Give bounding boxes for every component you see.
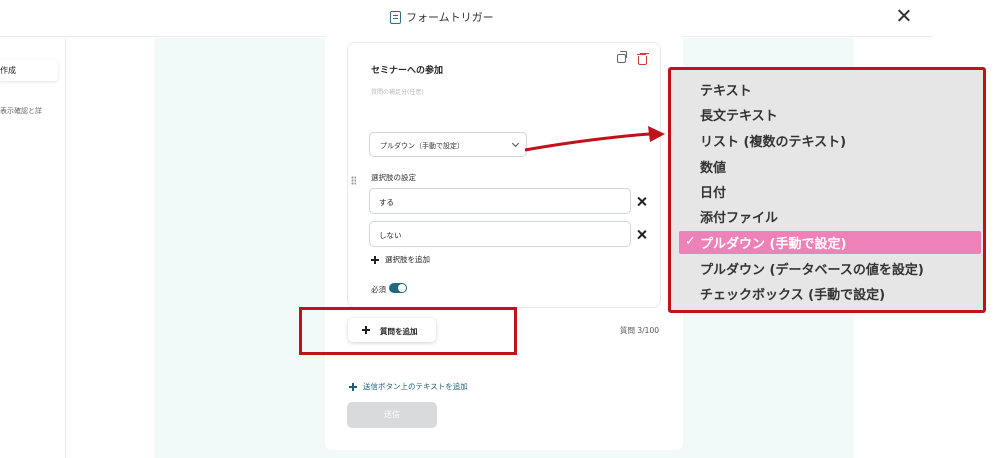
submit-button: 送信 (347, 402, 437, 428)
dropdown-option[interactable]: リスト (複数のテキスト) (700, 131, 846, 150)
left-nav-item[interactable]: 表示確認と詳 (0, 106, 42, 116)
dropdown-option[interactable]: テキスト (700, 80, 752, 99)
option-value: しない (379, 231, 402, 240)
options-section-title: 選択肢の設定 (371, 173, 416, 182)
dropdown-option[interactable]: 長文テキスト (700, 105, 778, 124)
dropdown-option[interactable]: 添付ファイル (700, 207, 778, 226)
header-title: フォームトリガー (390, 9, 494, 25)
form-icon (390, 10, 401, 24)
plus-icon (349, 382, 357, 391)
question-count: 質問 3/100 (620, 326, 659, 335)
dropdown-option[interactable]: 日付 (700, 182, 726, 201)
trash-icon[interactable] (637, 54, 647, 65)
duplicate-icon[interactable] (617, 51, 627, 63)
remove-option-icon[interactable] (636, 196, 647, 207)
left-nav-active-item[interactable]: 作成 (0, 60, 58, 81)
close-icon[interactable] (896, 8, 912, 24)
required-label: 必須 (371, 285, 386, 294)
option-input[interactable]: する (369, 188, 631, 214)
remove-option-icon[interactable] (636, 229, 647, 240)
dropdown-option[interactable]: プルダウン (データベースの値を設定) (700, 259, 924, 278)
dropdown-option[interactable]: チェックボックス (手動で設定) (700, 284, 885, 303)
chevron-down-icon (511, 139, 520, 148)
question-helper-input[interactable]: 質問の補足分(任意) (371, 87, 424, 96)
callout-arrow (524, 126, 665, 152)
add-text-above-submit-link[interactable]: 送信ボタン上のテキストを追加 (349, 381, 468, 392)
dropdown-option-selected[interactable]: プルダウン (手動で設定) (700, 233, 846, 252)
option-value: する (379, 198, 394, 207)
dropdown-option[interactable]: 数値 (700, 157, 726, 176)
drag-handle-icon[interactable] (351, 176, 356, 185)
checkmark-icon: ✓ (685, 234, 696, 249)
add-option-button[interactable]: 選択肢を追加 (371, 254, 430, 265)
option-input[interactable]: しない (369, 221, 631, 247)
screen: フォームトリガー 作成 表示確認と詳 セミナーへの参加 質問の補足分(任意) プ… (0, 0, 1000, 458)
question-title[interactable]: セミナーへの参加 (371, 63, 443, 76)
left-panel: 作成 表示確認と詳 (0, 38, 66, 458)
required-toggle[interactable] (389, 283, 407, 293)
add-text-label: 送信ボタン上のテキストを追加 (363, 382, 468, 391)
question-type-value: プルダウン（手動で設定） (380, 142, 464, 150)
highlight-frame (299, 307, 517, 355)
question-type-select[interactable]: プルダウン（手動で設定） (369, 132, 527, 157)
plus-icon (371, 255, 379, 264)
header-title-text: フォームトリガー (406, 11, 494, 24)
add-option-label: 選択肢を追加 (385, 255, 430, 264)
canvas-gap (67, 38, 154, 458)
